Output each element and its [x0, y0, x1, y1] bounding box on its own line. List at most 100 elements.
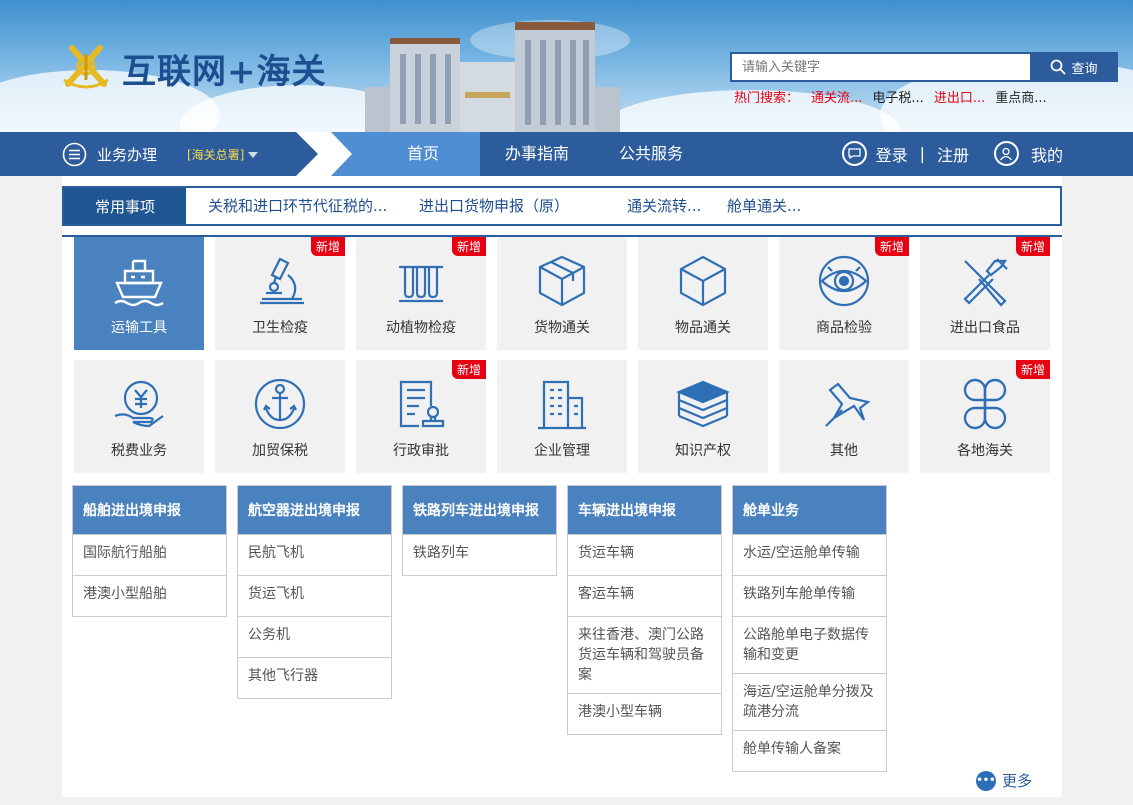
common-items-bar: 常用事项 关税和进口环节代征税的... 进出口货物申报（原） 通关流转... 舱…: [62, 186, 1062, 226]
search-icon: [1051, 59, 1067, 75]
hot-search-term[interactable]: 进出口...: [934, 87, 985, 106]
category-item[interactable]: 水运/空运舱单传输: [732, 535, 887, 576]
tile-tax-business[interactable]: 税费业务: [74, 360, 204, 473]
tile-label: 物品通关: [675, 320, 731, 336]
login-link[interactable]: 登录: [876, 142, 908, 166]
category-item[interactable]: 来往香港、澳门公路货运车辆和驾驶员备案: [567, 617, 722, 694]
customs-emblem-logo: [63, 45, 109, 89]
chat-icon[interactable]: [841, 141, 867, 166]
customs-building-image: [365, 22, 620, 132]
tile-administrative-approval[interactable]: 行政审批 新增: [356, 360, 486, 473]
tile-label: 行政审批: [393, 443, 449, 459]
category-header[interactable]: 舱单业务: [732, 485, 887, 535]
category-column-vehicle: 车辆进出境申报 货运车辆 客运车辆 来往香港、澳门公路货运车辆和驾驶员备案 港澳…: [567, 485, 722, 735]
more-icon: •••: [975, 770, 996, 791]
category-item[interactable]: 国际航行船舶: [72, 535, 227, 576]
tile-articles-clearance[interactable]: 物品通关: [638, 237, 768, 350]
tile-import-export-food[interactable]: 进出口食品 新增: [920, 237, 1050, 350]
common-item-link[interactable]: 通关流转...: [627, 188, 701, 224]
category-item[interactable]: 货运飞机: [237, 576, 392, 617]
building-icon: [538, 380, 586, 430]
microscope-icon: [260, 257, 304, 305]
tile-health-quarantine[interactable]: 卫生检疫 新增: [215, 237, 345, 350]
user-icon[interactable]: [993, 141, 1019, 166]
common-item-link[interactable]: 关税和进口环节代征税的...: [208, 188, 387, 224]
tile-label: 知识产权: [675, 443, 731, 459]
hot-search-term[interactable]: 电子税...: [872, 87, 923, 106]
fork-knife-icon: [963, 258, 1008, 307]
new-badge: 新增: [1015, 237, 1050, 256]
nav-separator: |: [919, 144, 925, 163]
tile-animal-plant-quarantine[interactable]: 动植物检疫 新增: [356, 237, 486, 350]
hot-search-term[interactable]: 重点商...: [995, 87, 1046, 106]
my-account-link[interactable]: 我的: [1031, 142, 1063, 166]
hot-search-label: 热门搜索：: [734, 91, 800, 106]
register-link[interactable]: 注册: [937, 142, 969, 166]
category-column-manifest: 舱单业务 水运/空运舱单传输 铁路列车舱单传输 公路舱单电子数据传输和变更 海运…: [732, 485, 887, 772]
tile-local-customs[interactable]: 各地海关 新增: [920, 360, 1050, 473]
more-button[interactable]: ••• 更多: [975, 770, 1032, 791]
category-item[interactable]: 民航飞机: [237, 535, 392, 576]
tile-label: 运输工具: [111, 320, 167, 336]
category-item[interactable]: 舱单传输人备案: [732, 731, 887, 772]
search-input[interactable]: [730, 52, 1030, 82]
anchor-icon: [254, 378, 306, 430]
clover-icon: [963, 378, 1007, 430]
new-badge: 新增: [310, 237, 345, 256]
tile-cargo-clearance[interactable]: 货物通关: [497, 237, 627, 350]
category-item[interactable]: 港澳小型船舶: [72, 576, 227, 617]
books-icon: [676, 380, 730, 428]
category-header[interactable]: 航空器进出境申报: [237, 485, 392, 535]
tile-label: 各地海关: [957, 443, 1013, 459]
tile-enterprise-management[interactable]: 企业管理: [497, 360, 627, 473]
tab-guide[interactable]: 办事指南: [480, 132, 594, 176]
category-item[interactable]: 港澳小型车辆: [567, 694, 722, 735]
cube-icon: [679, 255, 727, 307]
tile-label: 其他: [830, 443, 858, 459]
main-content: 常用事项 关税和进口环节代征税的... 进出口货物申报（原） 通关流转... 舱…: [62, 176, 1062, 797]
category-header[interactable]: 车辆进出境申报: [567, 485, 722, 535]
nav-divider-notch: [296, 132, 366, 176]
chevron-down-icon: [248, 151, 259, 158]
more-label: 更多: [1001, 772, 1032, 790]
tab-public-service[interactable]: 公共服务: [594, 132, 708, 176]
search-bar: 查询: [730, 52, 1118, 82]
category-item[interactable]: 铁路列车舱单传输: [732, 576, 887, 617]
business-menu[interactable]: 业务办理: [62, 142, 157, 167]
box-icon: [538, 255, 586, 307]
common-item-link[interactable]: 舱单通关...: [727, 188, 801, 224]
category-header[interactable]: 铁路列车进出境申报: [402, 485, 557, 535]
category-item[interactable]: 铁路列车: [402, 535, 557, 576]
menu-icon: [62, 142, 87, 167]
category-item[interactable]: 公务机: [237, 617, 392, 658]
tile-commodity-inspection[interactable]: 商品检验 新增: [779, 237, 909, 350]
common-item-link[interactable]: 进出口货物申报（原）: [419, 188, 569, 224]
tile-bonded-processing[interactable]: 加贸保税: [215, 360, 345, 473]
search-button[interactable]: 查询: [1030, 52, 1118, 82]
new-badge: 新增: [451, 360, 486, 379]
tile-label: 卫生检疫: [252, 320, 308, 336]
tile-label: 进出口食品: [950, 320, 1020, 336]
site-title: 互联网+海关: [122, 52, 327, 92]
new-badge: 新增: [1015, 360, 1050, 379]
search-button-label: 查询: [1071, 61, 1098, 77]
category-item[interactable]: 公路舱单电子数据传输和变更: [732, 617, 887, 674]
tile-intellectual-property[interactable]: 知识产权: [638, 360, 768, 473]
tile-label: 货物通关: [534, 320, 590, 336]
category-item[interactable]: 其他飞行器: [237, 658, 392, 699]
category-item[interactable]: 客运车辆: [567, 576, 722, 617]
tile-transport[interactable]: 运输工具: [74, 237, 204, 350]
hot-search-term[interactable]: 通关流...: [811, 87, 862, 106]
tab-home[interactable]: 首页: [366, 132, 480, 176]
category-header[interactable]: 船舶进出境申报: [72, 485, 227, 535]
category-item[interactable]: 货运车辆: [567, 535, 722, 576]
user-area: 登录 | 注册 我的: [841, 141, 1063, 166]
common-items-title: 常用事项: [64, 188, 186, 224]
category-column-railway: 铁路列车进出境申报 铁路列车: [402, 485, 557, 576]
eye-icon: [818, 255, 870, 307]
test-tubes-icon: [399, 265, 443, 303]
new-badge: 新增: [451, 237, 486, 256]
tile-other[interactable]: 其他: [779, 360, 909, 473]
org-selector[interactable]: [海关总署]: [187, 146, 259, 163]
category-item[interactable]: 海运/空运舱单分拨及疏港分流: [732, 674, 887, 731]
